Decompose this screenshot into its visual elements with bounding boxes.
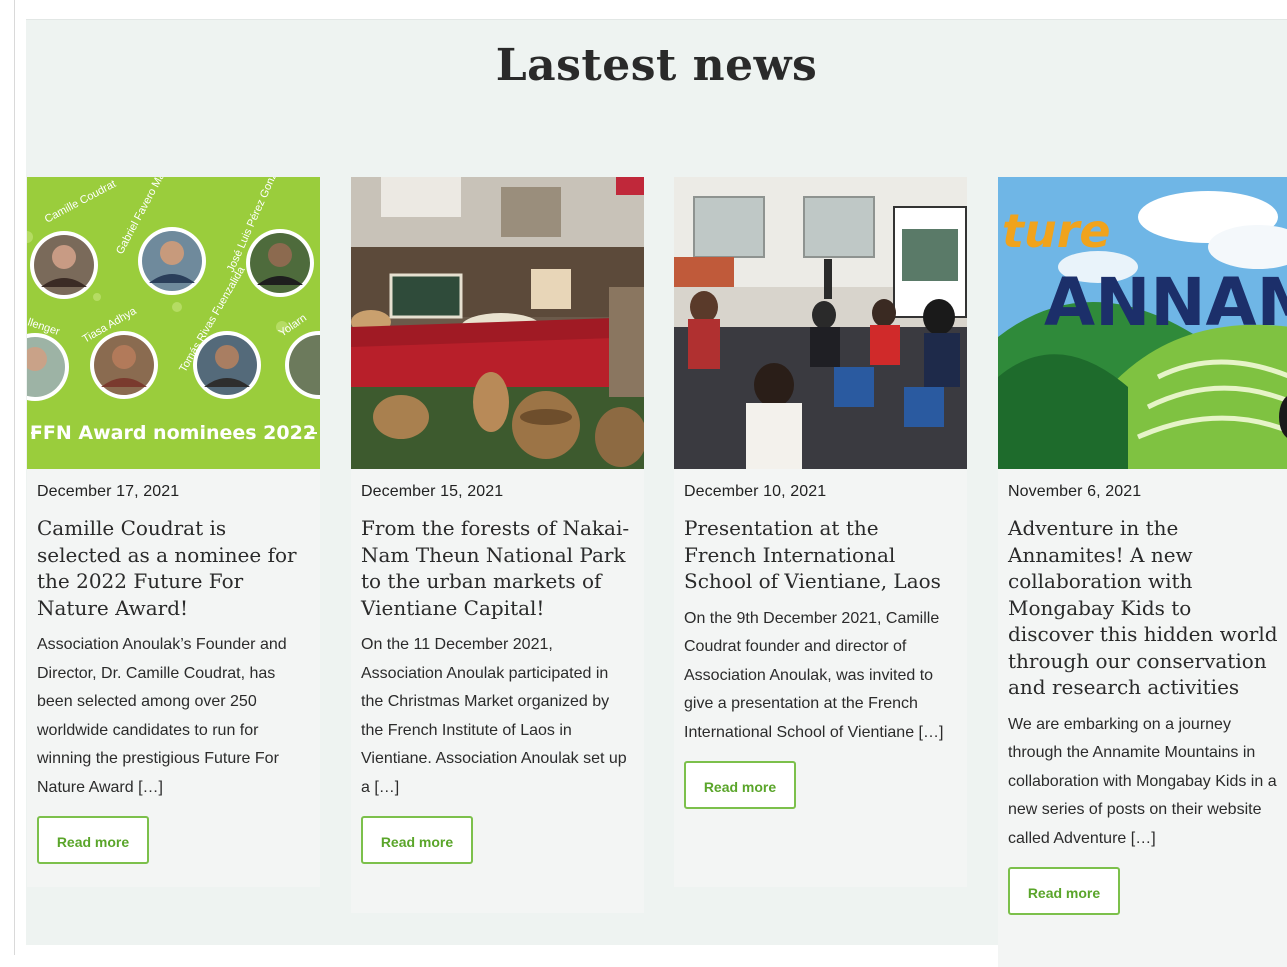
news-card-4-date: November 6, 2021 (1008, 483, 1142, 500)
news-card-4-image[interactable]: ture ANNAM (998, 177, 1287, 469)
news-card-1-title[interactable]: Camille Coudrat is selected as a nominee… (37, 515, 310, 621)
news-card-1: Camille Coudrat Gabriel Favero Massocato… (27, 177, 320, 887)
section-title: Lastest news (495, 40, 818, 91)
news-card-2-date: December 15, 2021 (361, 483, 504, 500)
news-card-2: December 15, 2021 From the forests of Na… (351, 177, 644, 913)
news-card-2-title[interactable]: From the forests of Nakai-Nam Theun Nati… (361, 515, 634, 621)
news-card-3-image[interactable] (674, 177, 967, 469)
latest-news-section: Lastest news Camille Coudrat José Luis P… (26, 19, 1287, 967)
news-card-3-date: December 10, 2021 (684, 483, 827, 500)
news-card-1-excerpt: Association Anoulak’s Founder and Direct… (37, 636, 287, 796)
news-card-2-excerpt: On the 11 December 2021, Association Ano… (361, 636, 627, 796)
news-card-1-read-more-button[interactable]: Read more (37, 816, 149, 864)
svg-text:FFN Award nominees 2022: FFN Award nominees 2022 (30, 422, 316, 444)
news-card-4: ture ANNAM November 6, 2021 Adventure in… (998, 177, 1287, 967)
news-card-2-image[interactable] (351, 177, 644, 469)
news-card-3-excerpt: On the 9th December 2021, Camille Coudra… (684, 609, 944, 741)
news-card-4-title[interactable]: Adventure in the Annamites! A new collab… (1008, 515, 1281, 701)
news-card-3-read-more-button[interactable]: Read more (684, 761, 796, 809)
news-card-1-image[interactable]: Camille Coudrat Gabriel Favero Massocato… (27, 177, 320, 469)
news-card-4-read-more-button[interactable]: Read more (1008, 867, 1120, 915)
news-card-1-date: December 17, 2021 (37, 483, 180, 500)
svg-text:ture: ture (1002, 204, 1111, 258)
page-left-rule (14, 0, 15, 955)
news-card-2-read-more-button[interactable]: Read more (361, 816, 473, 864)
news-card-4-excerpt: We are embarking on a journey through th… (1008, 715, 1277, 847)
news-card-3-title[interactable]: Presentation at the French International… (684, 515, 957, 595)
svg-text:ANNAM: ANNAM (1044, 264, 1287, 341)
news-card-3: December 10, 2021 Presentation at the Fr… (674, 177, 967, 887)
